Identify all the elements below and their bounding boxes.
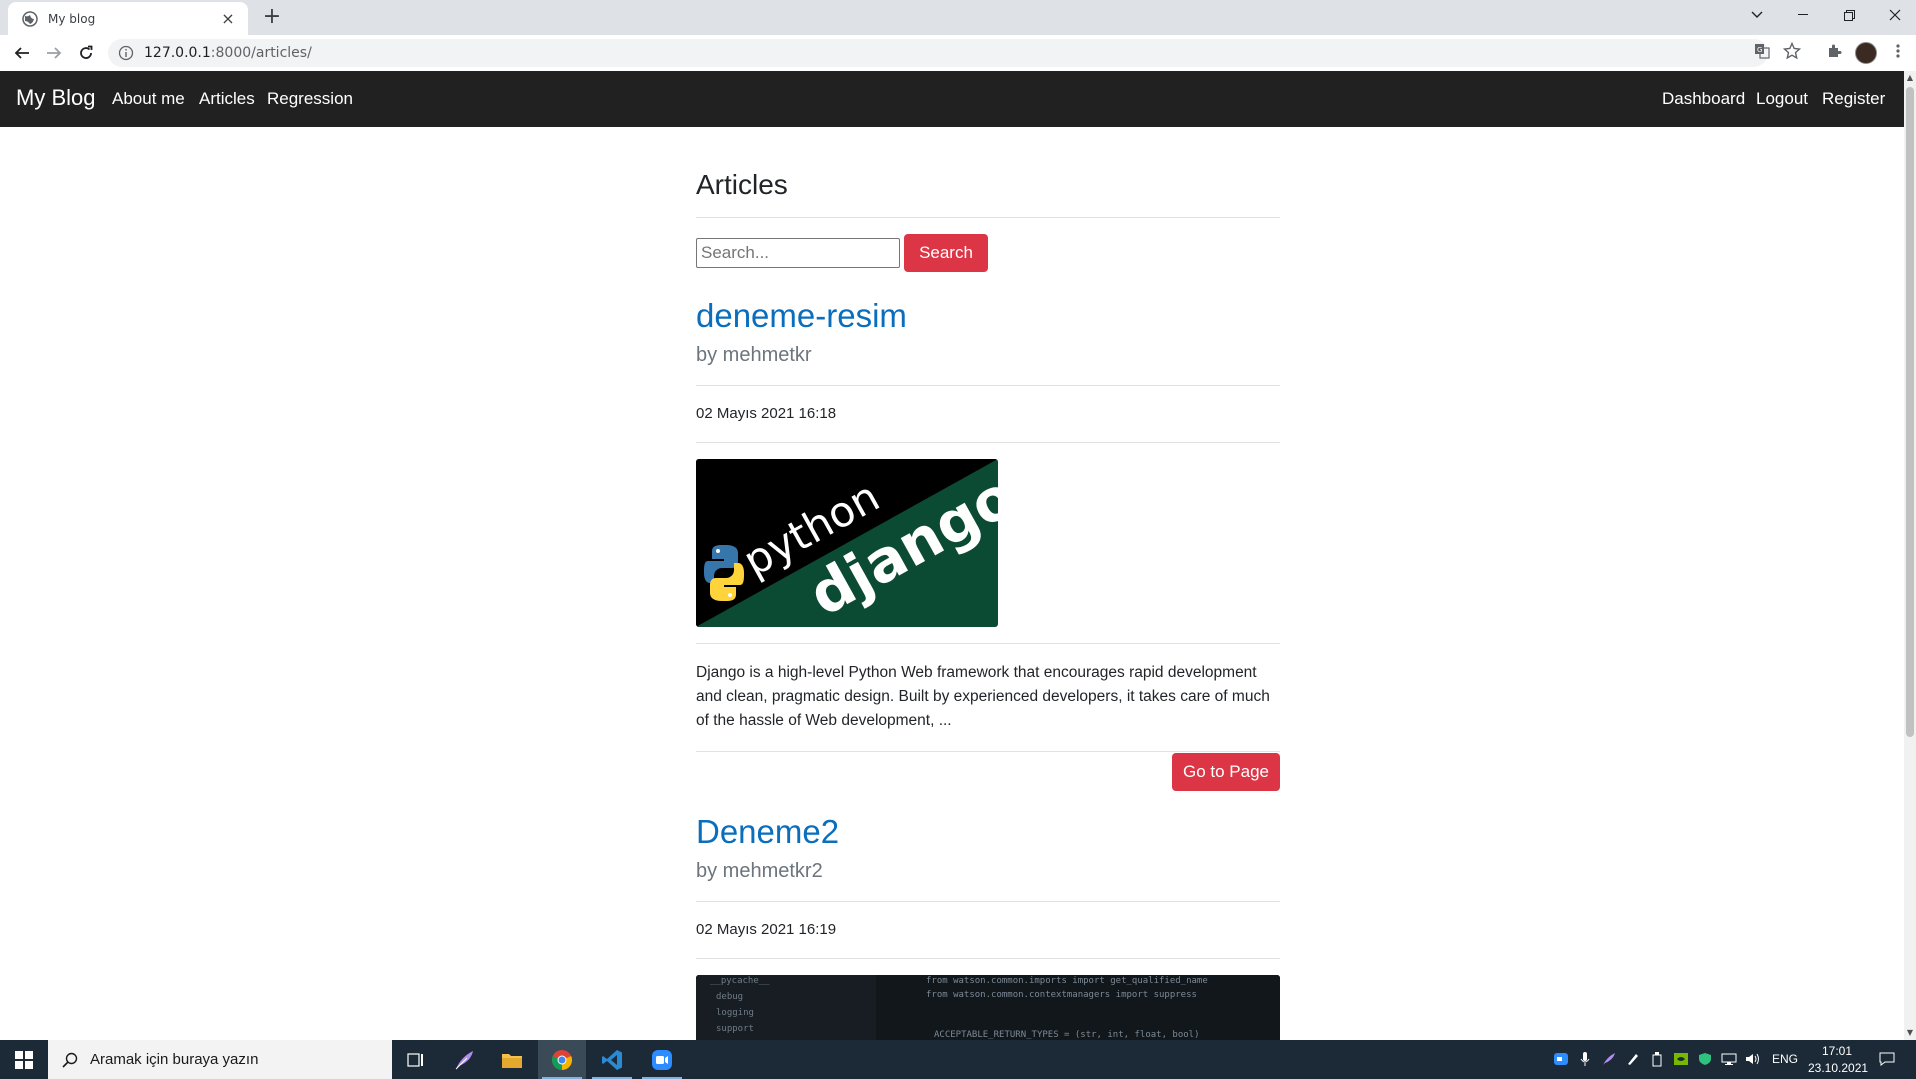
nav-link-regression[interactable]: Regression	[267, 89, 353, 109]
clock-date[interactable]: 23.10.2021	[1808, 1061, 1868, 1075]
url-text: 127.0.0.1:8000/articles/	[144, 45, 312, 61]
address-bar[interactable]: 127.0.0.1:8000/articles/	[108, 39, 1768, 67]
browser-tab[interactable]: My blog ×	[8, 2, 248, 35]
code-tree-item: __pycache__	[710, 976, 770, 986]
minimize-icon[interactable]	[1780, 0, 1826, 30]
article-date: 02 Mayıs 2021 16:18	[696, 405, 837, 422]
article-author: by mehmetkr	[696, 344, 812, 366]
menu-kebab-icon[interactable]	[1886, 39, 1910, 63]
globe-icon	[22, 10, 38, 27]
translate-icon[interactable]: G	[1750, 39, 1774, 63]
site-navbar: My Blog About me Articles Regression Das…	[0, 71, 1904, 127]
windows-start-icon[interactable]	[0, 1040, 48, 1079]
search-icon	[62, 1052, 78, 1068]
profile-avatar[interactable]	[1855, 42, 1877, 64]
taskbar-search-placeholder: Aramak için buraya yazın	[90, 1051, 259, 1068]
divider	[696, 385, 1280, 386]
notifications-icon[interactable]	[1878, 1050, 1896, 1068]
nav-link-dashboard[interactable]: Dashboard	[1662, 89, 1745, 109]
usb-device-icon[interactable]	[1648, 1050, 1666, 1068]
navbar-brand[interactable]: My Blog	[16, 85, 95, 111]
vscode-icon[interactable]	[588, 1040, 636, 1079]
back-icon[interactable]	[10, 41, 34, 65]
article-title-link[interactable]: Deneme2	[696, 813, 839, 851]
browser-tabstrip: My blog × +	[0, 0, 1916, 35]
microphone-icon[interactable]	[1576, 1050, 1594, 1068]
feather-app-icon[interactable]	[440, 1040, 488, 1079]
tab-title: My blog	[48, 11, 96, 26]
go-to-page-button[interactable]: Go to Page	[1172, 753, 1280, 791]
code-line: from watson.common.contextmanagers impor…	[926, 990, 1197, 1000]
clock-time[interactable]: 17:01	[1822, 1044, 1852, 1058]
tab-search-icon[interactable]	[1734, 0, 1780, 30]
nav-link-logout[interactable]: Logout	[1756, 89, 1808, 109]
article-date: 02 Mayıs 2021 16:19	[696, 921, 837, 938]
bookmark-star-icon[interactable]	[1780, 39, 1804, 63]
nav-link-about[interactable]: About me	[112, 89, 185, 109]
divider	[696, 442, 1280, 443]
article-title-link[interactable]: deneme-resim	[696, 297, 907, 335]
divider	[696, 901, 1280, 902]
forward-icon[interactable]	[42, 41, 66, 65]
extensions-icon[interactable]	[1822, 39, 1846, 63]
code-line: from watson.common.imports import get_qu…	[926, 976, 1208, 986]
code-tree-item: support	[716, 1024, 754, 1034]
zoom-icon[interactable]	[638, 1040, 686, 1079]
divider	[696, 958, 1280, 959]
article-image-python-django: python django	[696, 459, 998, 627]
language-indicator[interactable]: ENG	[1772, 1052, 1798, 1066]
article-image-code: __pycache__ debug logging support from w…	[696, 975, 1280, 1040]
scrollbar-thumb[interactable]	[1906, 87, 1914, 737]
reload-icon[interactable]	[74, 41, 98, 65]
page-title: Articles	[696, 169, 788, 200]
nav-link-register[interactable]: Register	[1822, 89, 1885, 109]
close-window-icon[interactable]	[1872, 0, 1916, 30]
code-line: ACCEPTABLE_RETURN_TYPES = (str, int, flo…	[934, 1030, 1200, 1040]
file-explorer-icon[interactable]	[488, 1040, 536, 1079]
network-icon[interactable]	[1720, 1050, 1738, 1068]
zoom-tray-icon[interactable]	[1552, 1050, 1570, 1068]
site-info-icon[interactable]	[118, 45, 134, 61]
code-tree-item: logging	[716, 1008, 754, 1018]
windows-taskbar: Aramak için buraya yazın ENG 17:01 23.10…	[0, 1040, 1916, 1079]
scroll-down-icon[interactable]: ▼	[1904, 1026, 1916, 1040]
page-scrollbar[interactable]: ▲ ▼	[1904, 71, 1916, 1040]
search-button[interactable]: Search	[904, 234, 988, 272]
volume-icon[interactable]	[1744, 1050, 1762, 1068]
task-view-icon[interactable]	[392, 1040, 440, 1079]
code-tree-item: debug	[716, 992, 743, 1002]
feather-tray-icon[interactable]	[1600, 1050, 1618, 1068]
divider	[696, 751, 1280, 752]
new-tab-button[interactable]: +	[260, 5, 284, 29]
article-author: by mehmetkr2	[696, 860, 823, 882]
taskbar-search[interactable]: Aramak için buraya yazın	[48, 1040, 392, 1079]
security-shield-icon[interactable]	[1696, 1050, 1714, 1068]
divider	[696, 217, 1280, 218]
nav-link-articles[interactable]: Articles	[199, 89, 255, 109]
scroll-up-icon[interactable]: ▲	[1904, 71, 1916, 85]
search-input[interactable]	[696, 238, 900, 268]
page-viewport: My Blog About me Articles Regression Das…	[0, 71, 1904, 1040]
chrome-icon[interactable]	[538, 1040, 586, 1079]
tab-close-icon[interactable]: ×	[218, 9, 238, 28]
url-host: 127.0.0.1	[144, 45, 211, 61]
restore-icon[interactable]	[1826, 0, 1872, 30]
browser-toolbar: 127.0.0.1:8000/articles/ G	[0, 35, 1916, 72]
pen-tray-icon[interactable]	[1624, 1050, 1642, 1068]
svg-text:G: G	[1757, 46, 1762, 54]
url-path: :8000/articles/	[210, 45, 312, 61]
article-excerpt: Django is a high-level Python Web framew…	[696, 664, 1270, 729]
divider	[696, 643, 1280, 644]
nvidia-icon[interactable]	[1672, 1050, 1690, 1068]
